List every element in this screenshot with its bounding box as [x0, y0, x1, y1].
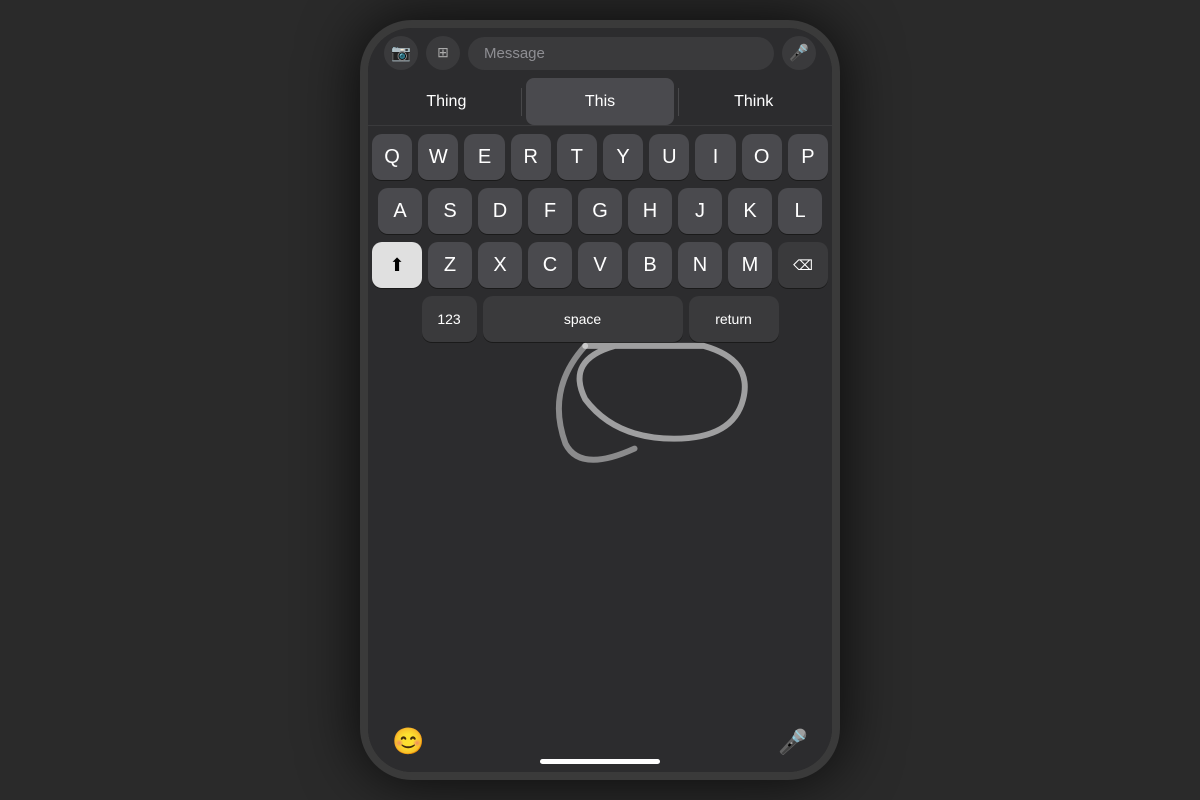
autocomplete-thing[interactable]: Thing: [372, 78, 521, 125]
autocomplete-divider-1: [521, 88, 522, 116]
bottom-mic-btn[interactable]: 🎤: [778, 728, 808, 757]
key-m[interactable]: M: [728, 242, 772, 288]
keyboard: Thing This Think Q W E R T: [368, 78, 832, 772]
key-d[interactable]: D: [478, 188, 522, 234]
emoji-btn[interactable]: 😊: [392, 727, 424, 757]
key-k[interactable]: K: [728, 188, 772, 234]
key-row-2: A S D F G H J K L: [372, 188, 828, 234]
key-t[interactable]: T: [557, 134, 597, 180]
key-r[interactable]: R: [511, 134, 551, 180]
key-w[interactable]: W: [418, 134, 458, 180]
key-x[interactable]: X: [478, 242, 522, 288]
key-u[interactable]: U: [649, 134, 689, 180]
key-a[interactable]: A: [378, 188, 422, 234]
key-row-4: 123 space return: [372, 296, 828, 342]
key-shift[interactable]: ⬆: [372, 242, 422, 288]
key-v[interactable]: V: [578, 242, 622, 288]
key-delete[interactable]: ⌫: [778, 242, 828, 288]
key-z[interactable]: Z: [428, 242, 472, 288]
key-f[interactable]: F: [528, 188, 572, 234]
key-e[interactable]: E: [464, 134, 504, 180]
key-l[interactable]: L: [778, 188, 822, 234]
top-bar: 📷 ⊞ Message 🎤: [368, 28, 832, 78]
key-c[interactable]: C: [528, 242, 572, 288]
key-j[interactable]: J: [678, 188, 722, 234]
apps-icon-btn[interactable]: ⊞: [426, 36, 460, 70]
key-b[interactable]: B: [628, 242, 672, 288]
shift-icon: ⬆: [389, 255, 404, 276]
camera-icon-btn[interactable]: 📷: [384, 36, 418, 70]
delete-icon: ⌫: [793, 257, 813, 274]
key-s[interactable]: S: [428, 188, 472, 234]
autocomplete-bar: Thing This Think: [368, 78, 832, 126]
key-i[interactable]: I: [695, 134, 735, 180]
autocomplete-think[interactable]: Think: [679, 78, 828, 125]
key-return[interactable]: return: [689, 296, 779, 342]
key-n[interactable]: N: [678, 242, 722, 288]
key-rows: Q W E R T Y U I O P A S D F G: [368, 126, 832, 702]
key-p[interactable]: P: [788, 134, 828, 180]
phone-frame: 📷 ⊞ Message 🎤 Thing This: [360, 20, 840, 780]
autocomplete-this[interactable]: This: [526, 78, 675, 125]
key-y[interactable]: Y: [603, 134, 643, 180]
key-space[interactable]: space: [483, 296, 683, 342]
key-row-1: Q W E R T Y U I O P: [372, 134, 828, 180]
top-mic-btn[interactable]: 🎤: [782, 36, 816, 70]
key-h[interactable]: H: [628, 188, 672, 234]
key-g[interactable]: G: [578, 188, 622, 234]
message-input[interactable]: Message: [468, 37, 774, 70]
phone-screen: 📷 ⊞ Message 🎤 Thing This: [368, 28, 832, 772]
home-indicator: [540, 759, 660, 764]
key-numbers[interactable]: 123: [422, 296, 477, 342]
key-row-3: ⬆ Z X C V B N M ⌫: [372, 242, 828, 288]
key-q[interactable]: Q: [372, 134, 412, 180]
key-o[interactable]: O: [742, 134, 782, 180]
